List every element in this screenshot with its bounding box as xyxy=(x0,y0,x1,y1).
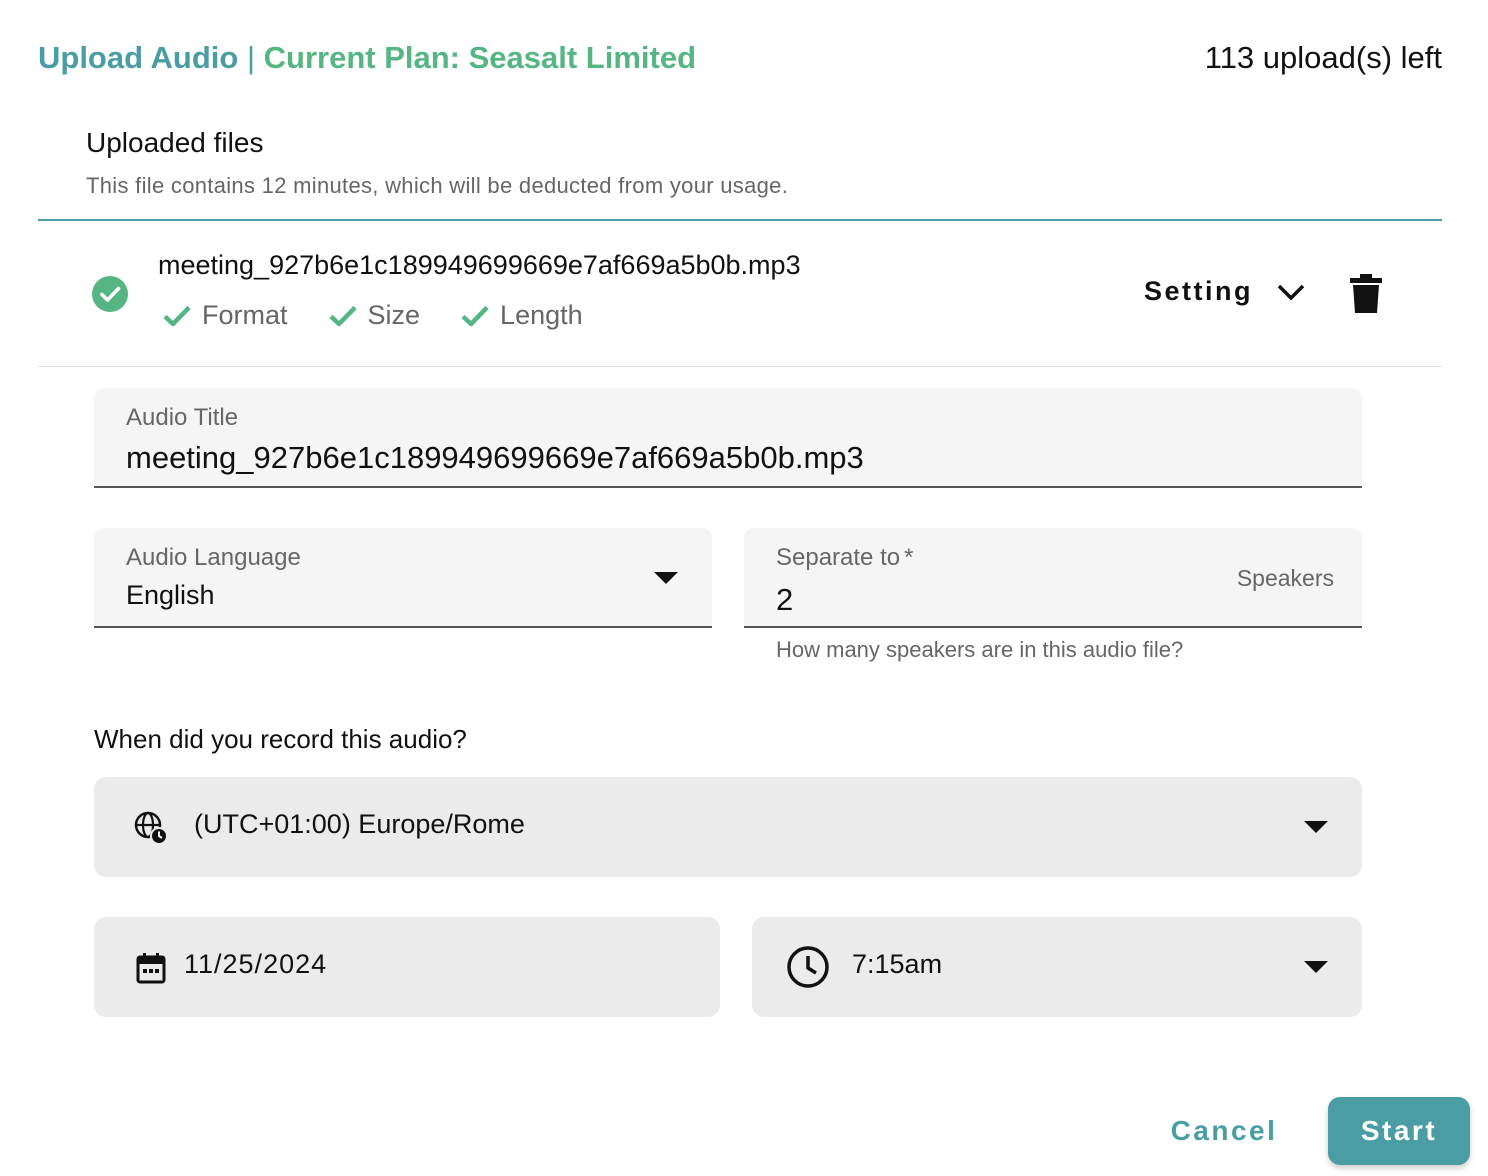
timezone-value: (UTC+01:00) Europe/Rome xyxy=(194,809,525,839)
record-time-question: When did you record this audio? xyxy=(94,724,467,754)
checkmark-icon xyxy=(163,305,191,326)
audio-language-value: English xyxy=(126,580,215,610)
speakers-suffix: Speakers xyxy=(1236,565,1334,591)
check-size: Size xyxy=(328,300,421,331)
audio-title-value: meeting_927b6e1c189949699669e7af669a5b0b… xyxy=(126,440,864,475)
separate-speakers-field[interactable]: Separate to * 2 Speakers xyxy=(744,528,1362,628)
dropdown-arrow-icon xyxy=(1304,961,1328,973)
check-length: Length xyxy=(460,300,583,331)
time-value: 7:15am xyxy=(852,949,943,979)
start-button[interactable]: Start xyxy=(1328,1097,1470,1165)
required-marker: * xyxy=(904,544,914,571)
trash-icon xyxy=(1350,274,1382,313)
setting-label: Setting xyxy=(1144,276,1253,306)
separate-label: Separate to * xyxy=(776,544,913,572)
delete-file-button[interactable] xyxy=(1350,274,1382,319)
cancel-button[interactable]: Cancel xyxy=(1158,1100,1290,1162)
uploads-left-count: 113 upload(s) left xyxy=(1204,40,1442,75)
title-upload-audio: Upload Audio xyxy=(38,40,239,75)
audio-language-label: Audio Language xyxy=(126,544,301,571)
file-name: meeting_927b6e1c189949699669e7af669a5b0b… xyxy=(158,250,801,280)
setting-toggle-button[interactable]: Setting xyxy=(1144,276,1305,307)
dropdown-arrow-icon xyxy=(1304,821,1328,833)
globe-clock-icon xyxy=(134,811,168,845)
file-checks: Format Size Length xyxy=(162,300,583,331)
audio-title-field[interactable]: Audio Title meeting_927b6e1c189949699669… xyxy=(94,388,1362,488)
calendar-icon xyxy=(136,953,166,984)
file-row-divider xyxy=(38,366,1442,367)
separate-value: 2 xyxy=(776,582,794,617)
check-circle-icon xyxy=(92,276,128,312)
section-divider xyxy=(38,219,1442,221)
current-plan: Current Plan: Seasalt Limited xyxy=(263,40,697,75)
dialog-title: Upload Audio | Current Plan: Seasalt Lim… xyxy=(38,40,696,76)
audio-title-label: Audio Title xyxy=(126,404,239,431)
timezone-select[interactable]: (UTC+01:00) Europe/Rome xyxy=(94,777,1362,877)
audio-language-select[interactable]: Audio Language English xyxy=(94,528,712,628)
check-size-label: Size xyxy=(367,300,421,330)
chevron-down-icon xyxy=(1277,284,1305,300)
date-picker[interactable]: 11/25/2024 xyxy=(94,917,720,1017)
date-value: 11/25/2024 xyxy=(184,949,328,979)
checkmark-icon xyxy=(328,305,357,326)
check-length-label: Length xyxy=(500,300,583,330)
time-select[interactable]: 7:15am xyxy=(752,917,1362,1017)
separate-label-text: Separate to xyxy=(776,544,901,571)
dropdown-arrow-icon xyxy=(654,572,678,584)
title-separator: | xyxy=(246,40,256,75)
check-format-label: Format xyxy=(202,300,288,330)
usage-notice: This file contains 12 minutes, which wil… xyxy=(86,173,789,198)
separate-helper-text: How many speakers are in this audio file… xyxy=(776,637,1184,662)
clock-icon xyxy=(787,946,829,988)
checkmark-icon xyxy=(461,305,489,326)
check-format: Format xyxy=(162,300,288,331)
uploaded-files-heading: Uploaded files xyxy=(86,127,264,158)
